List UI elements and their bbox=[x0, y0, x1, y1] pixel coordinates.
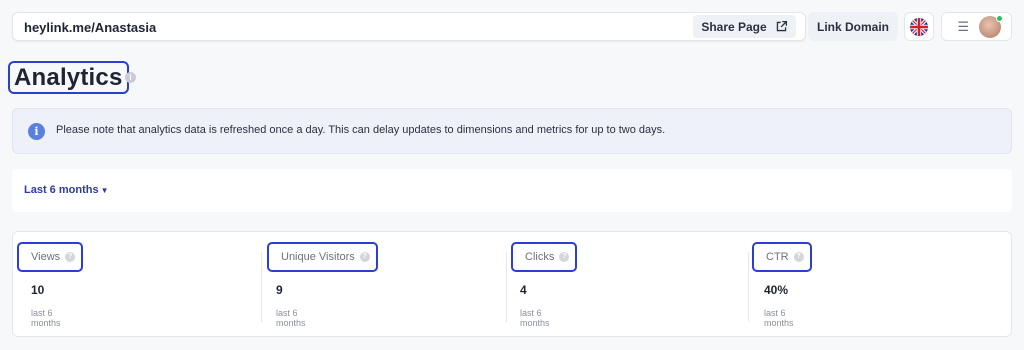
account-menu[interactable]: ☰ bbox=[941, 12, 1012, 41]
period-filter-bar: Last 6 months ▼ bbox=[12, 169, 1012, 212]
stat-value: 4 bbox=[520, 283, 527, 297]
divider bbox=[506, 252, 507, 322]
stat-label-box: Unique Visitors ? bbox=[267, 242, 378, 272]
divider bbox=[261, 252, 262, 322]
stat-period: last 6 months bbox=[520, 308, 550, 328]
analytics-notice: i Please note that analytics data is ref… bbox=[12, 108, 1012, 154]
info-icon[interactable]: i bbox=[125, 72, 136, 83]
caret-down-icon: ▼ bbox=[100, 186, 109, 195]
stats-card: Views ? 10 last 6 months Unique Visitors… bbox=[12, 231, 1012, 337]
page-url[interactable]: heylink.me/Anastasia bbox=[24, 20, 156, 35]
uk-flag-icon bbox=[910, 17, 928, 36]
page-title-container: Analytics bbox=[8, 61, 129, 94]
stat-label: CTR bbox=[766, 251, 789, 263]
stat-label-box: CTR ? bbox=[752, 242, 812, 272]
stat-period: last 6 months bbox=[276, 308, 306, 328]
stat-label-box: Views ? bbox=[17, 242, 84, 272]
external-link-icon bbox=[776, 20, 787, 32]
link-domain-button[interactable]: Link Domain bbox=[808, 12, 898, 41]
notice-text: Please note that analytics data is refre… bbox=[56, 124, 666, 136]
period-dropdown-label: Last 6 months bbox=[24, 184, 99, 196]
share-page-label: Share Page bbox=[701, 19, 767, 34]
stat-value: 40% bbox=[764, 283, 789, 297]
language-selector[interactable] bbox=[904, 12, 934, 41]
period-dropdown[interactable]: Last 6 months ▼ bbox=[24, 184, 109, 196]
divider bbox=[748, 252, 749, 322]
help-icon[interactable]: ? bbox=[559, 252, 570, 262]
stat-period: last 6 months bbox=[764, 308, 794, 328]
stat-value: 9 bbox=[276, 283, 283, 297]
help-icon[interactable]: ? bbox=[359, 252, 370, 262]
share-page-button[interactable]: Share Page bbox=[693, 15, 796, 38]
menu-icon[interactable]: ☰ bbox=[957, 20, 969, 33]
online-status-dot bbox=[996, 14, 1003, 22]
stat-period: last 6 months bbox=[31, 308, 61, 328]
help-icon[interactable]: ? bbox=[793, 252, 804, 262]
help-icon[interactable]: ? bbox=[65, 252, 76, 262]
stat-label-box: Clicks ? bbox=[511, 242, 578, 272]
stat-label: Views bbox=[31, 251, 61, 263]
avatar[interactable] bbox=[979, 14, 1003, 38]
stat-value: 10 bbox=[31, 283, 45, 297]
info-icon: i bbox=[28, 123, 45, 140]
stat-label: Unique Visitors bbox=[281, 251, 355, 263]
page-url-bar: heylink.me/Anastasia Share Page bbox=[12, 12, 806, 41]
page-title: Analytics bbox=[14, 63, 123, 91]
stat-label: Clicks bbox=[525, 251, 555, 263]
link-domain-label: Link Domain bbox=[816, 19, 889, 34]
